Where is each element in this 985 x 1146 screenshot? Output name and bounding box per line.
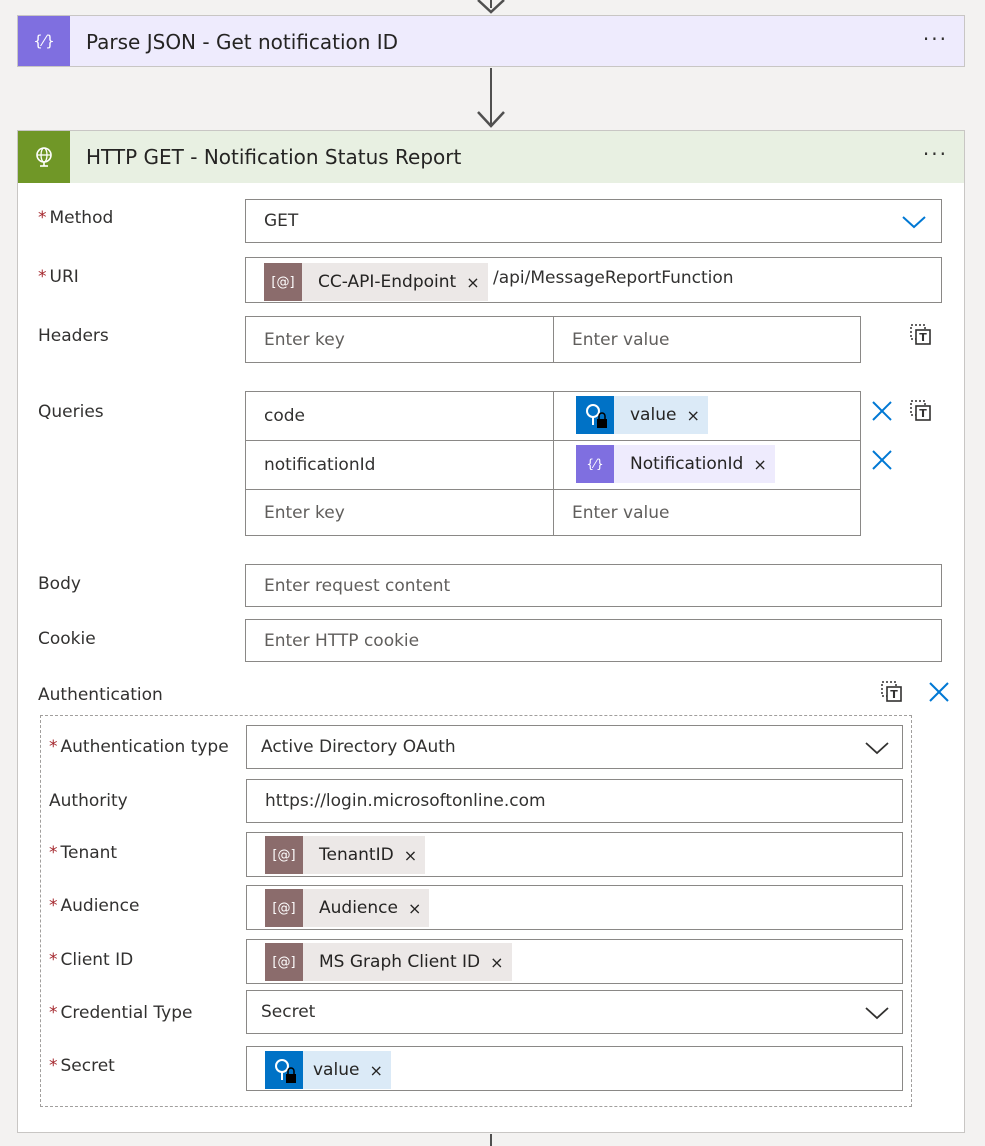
- auth-type-dropdown[interactable]: Active Directory OAuth: [246, 725, 903, 769]
- auth-type-label: * Authentication type: [49, 737, 229, 757]
- remove-authentication-icon[interactable]: [928, 681, 950, 703]
- chevron-down-icon: [865, 1007, 889, 1020]
- parse-json-icon-block: {⁄}: [18, 16, 70, 66]
- http-get-header[interactable]: HTTP GET - Notification Status Report ··…: [18, 131, 964, 183]
- query-value-input[interactable]: Enter value: [553, 489, 861, 536]
- key-vault-icon: [265, 1051, 303, 1089]
- query-key-notificationid[interactable]: notificationId: [245, 440, 554, 490]
- connector-bottom: [490, 1134, 492, 1146]
- parse-json-more-button[interactable]: ···: [923, 16, 948, 66]
- queries-label: Queries: [38, 402, 104, 422]
- variable-icon: [@]: [265, 836, 303, 874]
- tenant-label: * Tenant: [49, 843, 118, 863]
- svg-text:T: T: [919, 331, 927, 344]
- variable-icon: [@]: [265, 943, 303, 981]
- svg-text:T: T: [919, 407, 927, 420]
- variable-icon: [@]: [264, 263, 302, 301]
- curly-braces-icon: {⁄}: [33, 32, 55, 50]
- client-id-label: * Client ID: [49, 950, 134, 970]
- cookie-input[interactable]: Enter HTTP cookie: [245, 619, 942, 662]
- svg-text:{⁄}: {⁄}: [586, 457, 603, 471]
- client-id-input[interactable]: [@] MS Graph Client ID ×: [246, 939, 903, 984]
- remove-token-button[interactable]: ×: [466, 273, 487, 292]
- uri-input[interactable]: [@] CC-API-Endpoint × /api/MessageReport…: [245, 257, 942, 303]
- headers-label: Headers: [38, 326, 109, 346]
- body-label: Body: [38, 574, 81, 594]
- cookie-label: Cookie: [38, 629, 96, 649]
- globe-icon: [36, 147, 52, 167]
- http-icon-block: [18, 131, 70, 183]
- variable-icon: [@]: [265, 889, 303, 927]
- http-get-card: HTTP GET - Notification Status Report ··…: [17, 130, 965, 1133]
- token-keyvault-value[interactable]: value ×: [576, 396, 708, 434]
- secret-input[interactable]: value ×: [246, 1046, 903, 1091]
- arrow-down-icon: [477, 0, 505, 14]
- authority-label: Authority: [49, 791, 128, 811]
- http-get-more-button[interactable]: ···: [923, 131, 948, 183]
- query-value-code[interactable]: value ×: [553, 391, 861, 441]
- key-vault-icon: [576, 396, 614, 434]
- query-value-notificationid[interactable]: {⁄} NotificationId ×: [553, 440, 861, 490]
- uri-label: * URI: [38, 267, 79, 287]
- required-mark: *: [38, 208, 47, 228]
- remove-token-button[interactable]: ×: [404, 846, 425, 865]
- token-notificationid[interactable]: {⁄} NotificationId ×: [576, 445, 775, 483]
- remove-token-button[interactable]: ×: [408, 899, 429, 918]
- body-input[interactable]: Enter request content: [245, 564, 942, 607]
- authentication-panel: * Authentication type Active Directory OA…: [40, 715, 912, 1107]
- uri-suffix: /api/MessageReportFunction: [493, 268, 734, 288]
- switch-to-text-mode-icon[interactable]: T: [909, 323, 933, 347]
- tenant-input[interactable]: [@] TenantID ×: [246, 832, 903, 877]
- token-secret-value[interactable]: value ×: [265, 1051, 391, 1089]
- token-tenantid[interactable]: [@] TenantID ×: [265, 836, 426, 874]
- parse-json-card[interactable]: {⁄} Parse JSON - Get notification ID ···: [17, 15, 965, 67]
- audience-input[interactable]: [@] Audience ×: [246, 885, 903, 930]
- remove-token-button[interactable]: ×: [686, 406, 707, 425]
- header-key-input[interactable]: Enter key: [245, 316, 554, 363]
- authentication-label: Authentication: [38, 685, 163, 705]
- remove-token-button[interactable]: ×: [490, 953, 511, 972]
- method-dropdown[interactable]: GET: [245, 199, 942, 243]
- header-value-input[interactable]: Enter value: [553, 316, 861, 363]
- delete-query-icon[interactable]: [871, 400, 893, 422]
- curly-braces-icon: {⁄}: [576, 445, 614, 483]
- svg-text:T: T: [890, 688, 898, 701]
- token-cc-api-endpoint[interactable]: [@] CC-API-Endpoint ×: [264, 263, 488, 301]
- svg-text:{⁄}: {⁄}: [33, 32, 55, 50]
- query-key-code[interactable]: code: [245, 391, 554, 441]
- remove-token-button[interactable]: ×: [753, 455, 774, 474]
- credential-type-label: * Credential Type: [49, 1003, 193, 1023]
- chevron-down-icon: [865, 742, 889, 755]
- switch-to-text-mode-icon[interactable]: T: [880, 680, 904, 704]
- parse-json-title[interactable]: Parse JSON - Get notification ID: [86, 16, 398, 66]
- query-key-input[interactable]: Enter key: [245, 489, 554, 536]
- authority-input[interactable]: https://login.microsoftonline.com: [246, 779, 903, 823]
- delete-query-icon[interactable]: [871, 449, 893, 471]
- credential-type-dropdown[interactable]: Secret: [246, 990, 903, 1034]
- audience-label: * Audience: [49, 896, 140, 916]
- token-audience[interactable]: [@] Audience ×: [265, 889, 430, 927]
- chevron-down-icon: [902, 216, 926, 229]
- secret-label: * Secret: [49, 1056, 115, 1076]
- remove-token-button[interactable]: ×: [369, 1061, 390, 1080]
- switch-to-text-mode-icon[interactable]: T: [909, 399, 933, 423]
- method-label: * Method: [38, 208, 114, 228]
- http-get-title: HTTP GET - Notification Status Report: [86, 145, 462, 169]
- token-ms-graph-client-id[interactable]: [@] MS Graph Client ID ×: [265, 943, 512, 981]
- arrow-down-icon: [477, 111, 505, 128]
